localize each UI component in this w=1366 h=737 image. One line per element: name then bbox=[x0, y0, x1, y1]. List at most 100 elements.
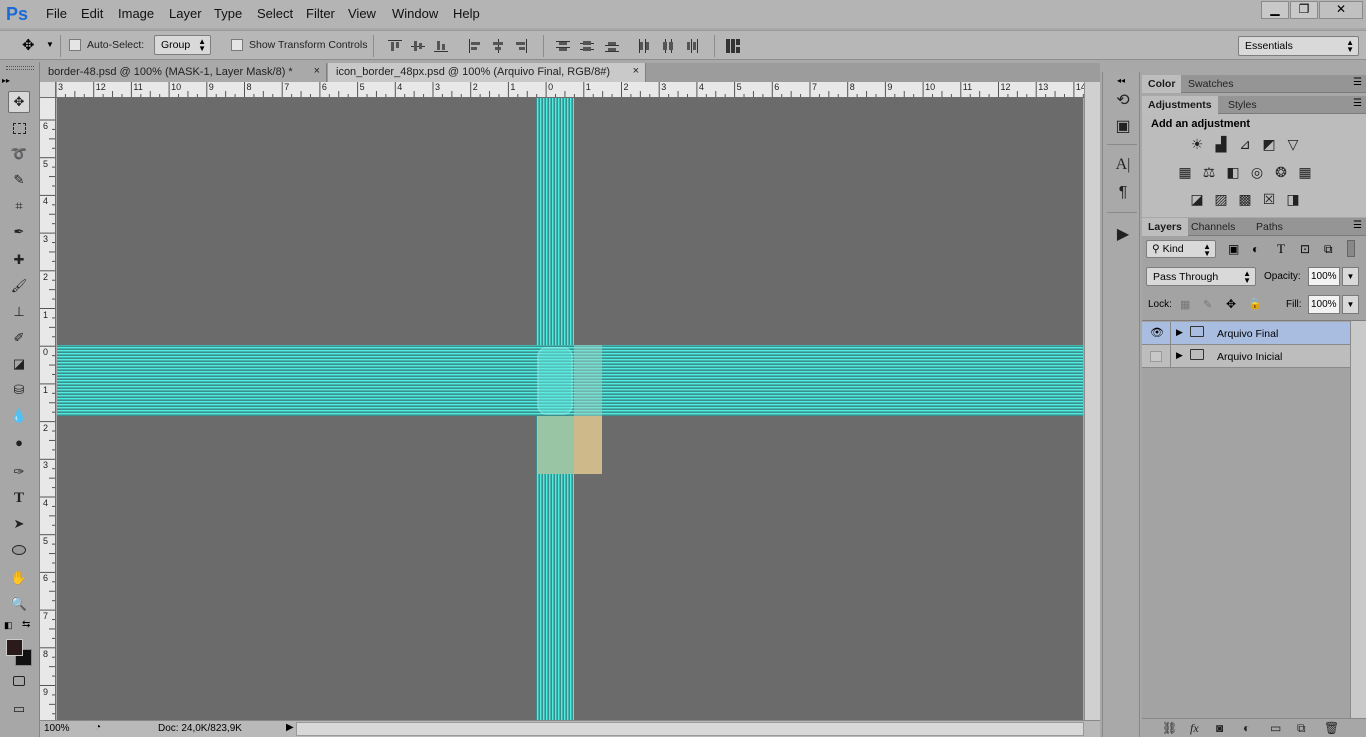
tab-adjustments[interactable]: Adjustments bbox=[1142, 96, 1218, 114]
quick-select-tool-icon[interactable]: ✎ bbox=[8, 169, 30, 191]
lock-all-icon[interactable]: 🔒 bbox=[1248, 297, 1262, 310]
tab-icon-border-48px[interactable]: icon_border_48px.psd @ 100% (Arquivo Fin… bbox=[328, 63, 646, 82]
close-icon[interactable]: × bbox=[314, 65, 320, 77]
healing-brush-tool-icon[interactable]: ✚ bbox=[8, 249, 30, 271]
paragraph-panel-icon[interactable]: ¶ bbox=[1112, 184, 1134, 206]
move-tool-icon[interactable]: ✥ bbox=[22, 36, 35, 54]
photo-filter-icon[interactable]: ◎ bbox=[1248, 164, 1266, 180]
menu-window[interactable]: Window bbox=[392, 6, 438, 21]
path-select-tool-icon[interactable]: ➤ bbox=[8, 513, 30, 535]
move-tool-icon[interactable]: ✥ bbox=[8, 91, 30, 113]
vertical-scrollbar[interactable] bbox=[1084, 82, 1100, 720]
layer-row-arquivo-inicial[interactable]: ▶ Arquivo Inicial bbox=[1142, 345, 1350, 368]
status-info-icon[interactable]: ◔ bbox=[95, 722, 101, 733]
align-right-icon[interactable] bbox=[514, 39, 528, 53]
tab-swatches[interactable]: Swatches bbox=[1182, 75, 1240, 93]
filter-pixel-icon[interactable]: ▣ bbox=[1228, 242, 1239, 256]
status-menu-arrow-icon[interactable]: ▶ bbox=[286, 722, 294, 733]
invert-icon[interactable]: ◪ bbox=[1188, 191, 1206, 207]
character-panel-icon[interactable]: A| bbox=[1112, 156, 1134, 178]
fx-icon[interactable]: fx bbox=[1190, 721, 1199, 736]
menu-file[interactable]: File bbox=[46, 6, 67, 21]
auto-align-icon[interactable] bbox=[725, 38, 741, 54]
tab-border-48[interactable]: border-48.psd @ 100% (MASK-1, Layer Mask… bbox=[40, 63, 327, 82]
new-adjustment-layer-icon[interactable]: ◐ bbox=[1243, 721, 1250, 735]
marquee-tool-icon[interactable] bbox=[8, 117, 30, 139]
posterize-icon[interactable]: ▨ bbox=[1212, 191, 1230, 207]
close-icon[interactable]: × bbox=[633, 65, 639, 77]
workspace-dropdown[interactable]: Essentials ▲ ▼ bbox=[1238, 36, 1359, 56]
align-left-icon[interactable] bbox=[468, 39, 482, 53]
toolbox-collapse-icon[interactable]: ▸▸ bbox=[2, 76, 10, 85]
align-bottom-icon[interactable] bbox=[434, 39, 448, 53]
tab-paths[interactable]: Paths bbox=[1250, 218, 1289, 236]
channel-mixer-icon[interactable]: ❂ bbox=[1272, 164, 1290, 180]
history-panel-icon[interactable]: ⟲ bbox=[1112, 90, 1134, 112]
document-canvas[interactable] bbox=[57, 98, 1083, 720]
distribute-vcenter-icon[interactable] bbox=[580, 39, 594, 53]
menu-edit[interactable]: Edit bbox=[81, 6, 103, 21]
filter-shape-icon[interactable]: ⊡ bbox=[1300, 242, 1310, 256]
minimize-button[interactable]: ▁ bbox=[1261, 1, 1289, 19]
menu-layer[interactable]: Layer bbox=[169, 6, 202, 21]
tab-styles[interactable]: Styles bbox=[1222, 96, 1263, 114]
eyedropper-tool-icon[interactable]: ✒ bbox=[8, 221, 30, 243]
menu-type[interactable]: Type bbox=[214, 6, 242, 21]
crop-tool-icon[interactable]: ⌗ bbox=[8, 195, 30, 217]
filter-adjustment-icon[interactable]: ◐ bbox=[1252, 242, 1259, 256]
auto-select-checkbox[interactable] bbox=[69, 39, 81, 51]
history-brush-tool-icon[interactable]: ✐ bbox=[8, 327, 30, 349]
dodge-tool-icon[interactable]: ● bbox=[8, 431, 30, 453]
filter-smart-object-icon[interactable]: ⧉ bbox=[1324, 242, 1333, 257]
menu-view[interactable]: View bbox=[348, 6, 376, 21]
hue-saturation-icon[interactable]: ▦ bbox=[1176, 164, 1194, 180]
quick-mask-icon[interactable] bbox=[8, 670, 30, 692]
panel-menu-icon[interactable]: ☰ bbox=[1353, 220, 1362, 231]
menu-select[interactable]: Select bbox=[257, 6, 293, 21]
eraser-tool-icon[interactable]: ◪ bbox=[8, 353, 30, 375]
opacity-slider-button[interactable]: ▼ bbox=[1342, 267, 1359, 286]
restore-button[interactable]: ❐ bbox=[1290, 1, 1318, 19]
zoom-level[interactable]: 100% bbox=[44, 723, 70, 734]
vibrance-icon[interactable]: ▽ bbox=[1284, 136, 1302, 152]
blend-mode-dropdown[interactable]: Pass Through ▲ ▼ bbox=[1146, 267, 1256, 286]
paint-bucket-tool-icon[interactable]: ⛁ bbox=[8, 379, 30, 401]
ruler-origin[interactable] bbox=[40, 82, 56, 98]
lock-position-icon[interactable]: ✥ bbox=[1226, 297, 1236, 311]
levels-icon[interactable]: ▟ bbox=[1212, 136, 1230, 152]
layer-row-arquivo-final[interactable]: 👁 ▶ Arquivo Final bbox=[1142, 322, 1350, 345]
tool-preset-chevron-icon[interactable]: ▼ bbox=[46, 40, 54, 49]
filter-toggle[interactable] bbox=[1347, 240, 1355, 257]
lasso-tool-icon[interactable]: ➰ bbox=[8, 143, 30, 165]
curves-icon[interactable]: ⊿ bbox=[1236, 136, 1254, 152]
color-balance-icon[interactable]: ⚖ bbox=[1200, 164, 1218, 180]
distribute-right-icon[interactable] bbox=[685, 39, 699, 53]
fill-input[interactable]: 100% bbox=[1308, 295, 1340, 314]
swap-colors-icon[interactable]: ⇆ bbox=[22, 619, 30, 630]
zoom-tool-icon[interactable]: 🔍 bbox=[8, 593, 30, 615]
brush-tool-icon[interactable]: 🖌 bbox=[8, 275, 30, 297]
black-white-icon[interactable]: ◧ bbox=[1224, 164, 1242, 180]
pen-tool-icon[interactable]: ✑ bbox=[8, 461, 30, 483]
actions-play-icon[interactable]: ▶ bbox=[1112, 224, 1134, 246]
distribute-left-icon[interactable] bbox=[637, 39, 651, 53]
panel-menu-icon[interactable]: ☰ bbox=[1353, 98, 1362, 109]
panel-menu-icon[interactable]: ☰ bbox=[1353, 77, 1362, 88]
new-layer-icon[interactable]: ⧉ bbox=[1297, 721, 1306, 736]
ruler-vertical[interactable]: 6 5 4 3 2 1 0 1 2 3 4 5 6 7 8 9 bbox=[40, 98, 56, 720]
default-colors-icon[interactable]: ◧ bbox=[4, 620, 13, 631]
layers-scrollbar[interactable] bbox=[1350, 321, 1366, 721]
properties-panel-icon[interactable]: ▣ bbox=[1112, 116, 1134, 138]
lock-transparent-icon[interactable]: ▦ bbox=[1180, 298, 1190, 311]
trash-icon[interactable]: 🗑 bbox=[1324, 721, 1339, 735]
kind-filter-dropdown[interactable]: ⚲ Kind ▲ ▼ bbox=[1146, 240, 1216, 258]
tab-color[interactable]: Color bbox=[1142, 75, 1182, 93]
auto-select-dropdown[interactable]: Group ▲ ▼ bbox=[154, 35, 211, 55]
screen-mode-icon[interactable]: ▭ bbox=[8, 698, 30, 720]
add-mask-icon[interactable]: ◙ bbox=[1216, 721, 1223, 735]
type-tool-icon[interactable]: T bbox=[8, 487, 30, 509]
threshold-icon[interactable]: ▩ bbox=[1236, 191, 1254, 207]
blur-tool-icon[interactable]: 💧 bbox=[8, 405, 30, 427]
hand-tool-icon[interactable]: ✋ bbox=[8, 567, 30, 589]
toolbox-grip[interactable] bbox=[6, 66, 34, 70]
